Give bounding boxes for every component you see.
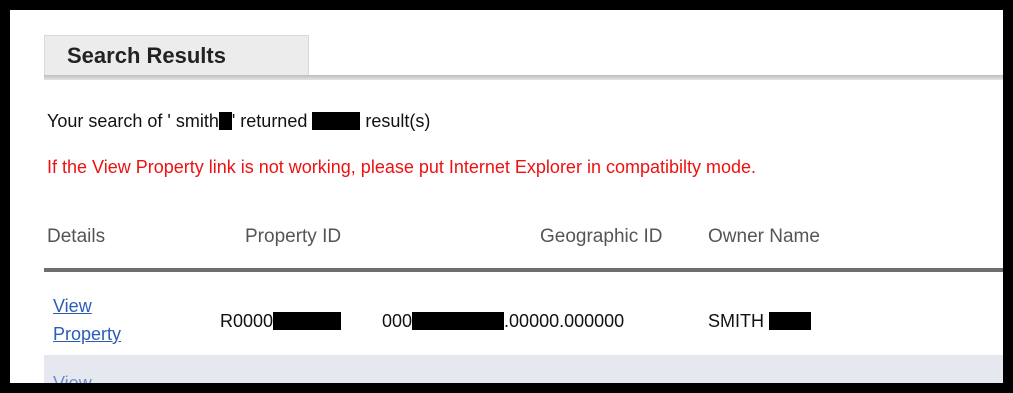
owner-name-cell: SMITH <box>708 311 812 332</box>
property-id-cell: R0000 <box>220 311 342 332</box>
table-row <box>44 355 1003 383</box>
view-property-link-row2[interactable]: View <box>53 373 92 383</box>
search-results-tab: Search Results <box>44 35 309 77</box>
summary-middle: ' returned <box>231 111 313 131</box>
view-property-label: View Property <box>53 296 122 344</box>
geographic-id-suffix: .00000.000000 <box>504 311 625 331</box>
summary-suffix: result(s) <box>360 111 431 131</box>
header-divider <box>44 268 1003 272</box>
search-summary: Your search of ' smith ' returned result(… <box>47 111 430 132</box>
header-property-id: Property ID <box>245 226 342 247</box>
search-results-title: Search Results <box>67 43 226 68</box>
owner-name-text: SMITH <box>708 311 764 331</box>
geographic-id-prefix: 000 <box>382 311 413 331</box>
redacted-owner-name <box>769 312 812 330</box>
view-property-link[interactable]: View Property <box>53 292 143 348</box>
redacted-count <box>312 112 361 130</box>
redacted-geographic-id <box>412 312 505 330</box>
summary-prefix: Your search of ' smith <box>47 111 219 131</box>
redacted-text <box>218 112 232 130</box>
compatibility-warning: If the View Property link is not working… <box>47 157 757 177</box>
tab-underline <box>44 75 1003 80</box>
search-results-panel: Search Results Your search of ' smith ' r… <box>10 10 1003 383</box>
geographic-id-cell: 000 .00000.000000 <box>382 311 624 332</box>
header-geographic-id: Geographic ID <box>540 226 663 247</box>
header-owner-name: Owner Name <box>708 226 820 247</box>
property-id-prefix: R0000 <box>220 311 274 331</box>
header-details: Details <box>47 226 106 247</box>
redacted-property-id <box>273 312 342 330</box>
